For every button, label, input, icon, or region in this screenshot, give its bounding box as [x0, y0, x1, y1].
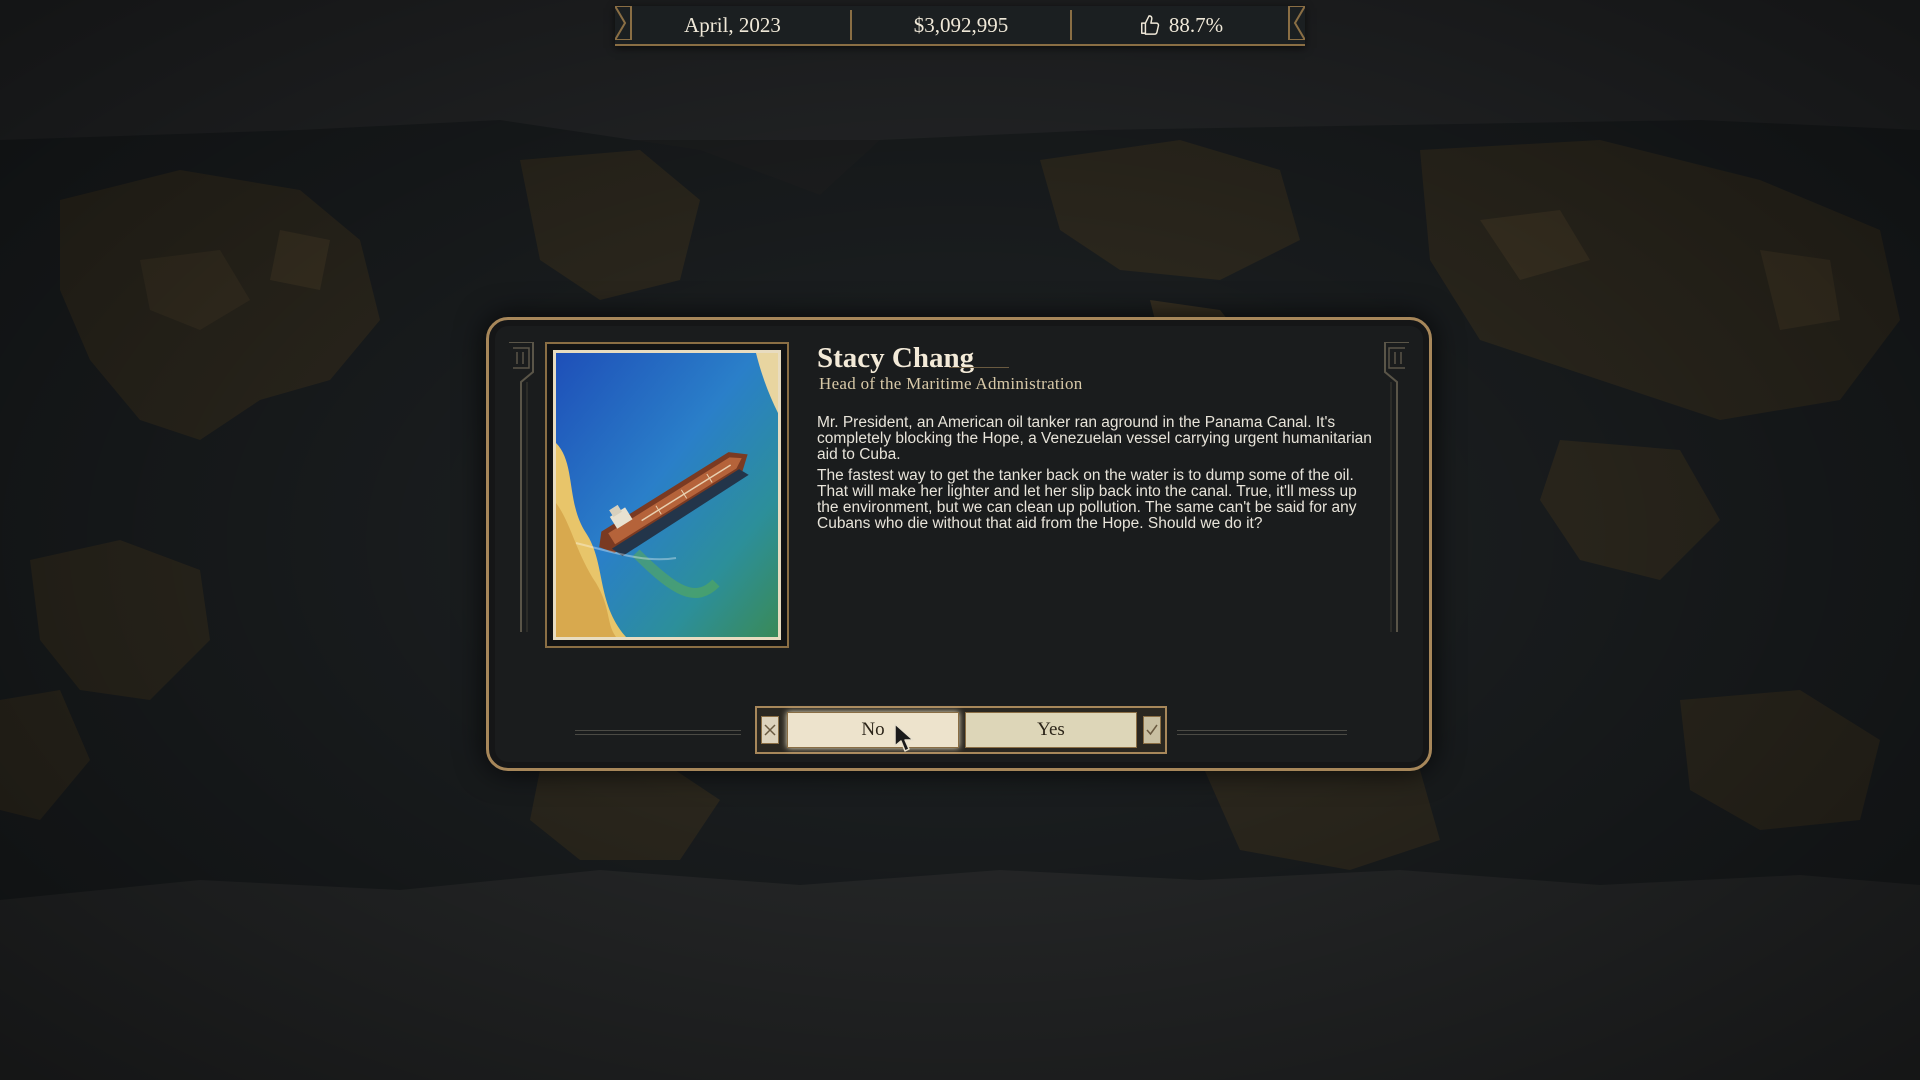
speaker-name: Stacy Chang — [817, 342, 975, 374]
event-paragraph: Mr. President, an American oil tanker ra… — [817, 414, 1372, 463]
approval-text: 88.7% — [1168, 12, 1224, 37]
event-description: Mr. President, an American oil tanker ra… — [817, 415, 1375, 538]
date-text: April, 2023 — [684, 12, 781, 37]
check-icon[interactable] — [1143, 716, 1161, 744]
portrait-frame — [545, 342, 789, 648]
oil-tanker-painting — [556, 353, 778, 637]
yes-button[interactable]: Yes — [965, 712, 1137, 748]
title-underline — [949, 367, 1009, 368]
left-divider-line — [575, 730, 741, 735]
bar-left-ornament — [615, 6, 632, 40]
money-display: $3,092,995 — [852, 10, 1070, 40]
close-icon[interactable] — [761, 716, 779, 744]
event-dialog: Stacy Chang Head of the Maritime Adminis… — [486, 317, 1432, 771]
yes-button-label: Yes — [1037, 719, 1065, 740]
money-text: $3,092,995 — [913, 12, 1009, 37]
top-status-bar: April, 2023 $3,092,995 88.7% — [615, 6, 1305, 46]
event-paragraph: The fastest way to get the tanker back o… — [817, 467, 1357, 532]
bar-right-ornament — [1288, 6, 1305, 40]
speaker-role: Head of the Maritime Administration — [819, 374, 1083, 393]
date-display: April, 2023 — [615, 10, 850, 40]
mouse-cursor-icon — [894, 723, 914, 752]
choice-button-group: No Yes — [755, 706, 1167, 754]
thumbs-up-icon — [1140, 15, 1160, 35]
approval-display[interactable]: 88.7% — [1072, 10, 1290, 40]
no-button[interactable]: No — [787, 712, 959, 748]
left-ornament — [509, 342, 534, 632]
right-ornament — [1384, 342, 1409, 632]
right-divider-line — [1177, 730, 1347, 735]
no-button-label: No — [861, 719, 885, 740]
event-portrait — [553, 350, 781, 640]
